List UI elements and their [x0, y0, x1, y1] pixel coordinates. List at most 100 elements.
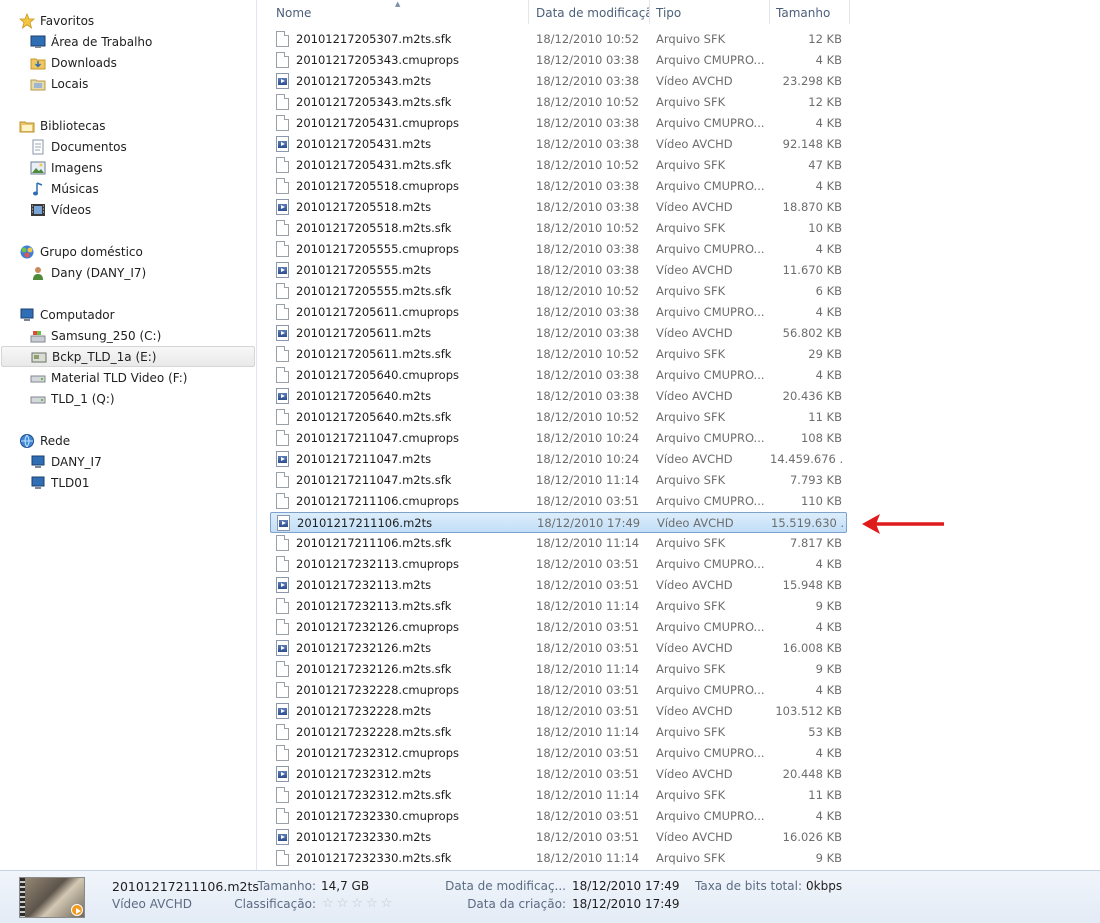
file-name: 20101217205343.m2ts — [296, 74, 432, 88]
file-size: 92.148 KB — [782, 137, 842, 151]
file-name: 20101217205518.cmuprops — [296, 179, 460, 193]
column-date-header[interactable]: Data de modificaçã... — [530, 0, 650, 24]
file-name: 20101217211047.m2ts — [296, 452, 432, 466]
file-type: Vídeo AVCHD — [656, 200, 733, 214]
file-row[interactable]: 20101217205343.cmuprops 18/12/2010 03:38 A… — [270, 50, 847, 71]
column-type-header[interactable]: Tipo — [650, 0, 770, 24]
file-row[interactable]: 20101217232113.cmuprops 18/12/2010 03:51 A… — [270, 554, 847, 575]
file-date: 18/12/2010 03:38 — [536, 116, 640, 130]
nav-favorites[interactable]: Favoritos — [18, 11, 94, 31]
nav-item-downloads[interactable]: Downloads — [29, 53, 117, 73]
nav-item-desktop[interactable]: Área de Trabalho — [29, 32, 152, 52]
nav-item-documents[interactable]: Documentos — [29, 137, 127, 157]
file-size: 20.448 KB — [782, 767, 842, 781]
video-file-icon — [276, 199, 290, 216]
file-date: 18/12/2010 03:51 — [536, 641, 640, 655]
file-row[interactable]: 20101217232330.m2ts 18/12/2010 03:51 Vídeo… — [270, 827, 847, 848]
file-date: 18/12/2010 03:38 — [536, 368, 640, 382]
file-row[interactable]: 20101217205307.m2ts.sfk 18/12/2010 10:52 A… — [270, 29, 847, 50]
file-row[interactable]: 20101217232228.m2ts 18/12/2010 03:51 Vídeo… — [270, 701, 847, 722]
rating-star-icon[interactable]: ☆ — [351, 897, 363, 910]
rating-stars[interactable]: ☆ ☆ ☆ ☆ ☆ — [322, 897, 392, 910]
nav-item-network-pc1[interactable]: DANY_I7 — [29, 452, 102, 472]
file-row[interactable]: 20101217205518.cmuprops 18/12/2010 03:38 A… — [270, 176, 847, 197]
file-icon — [276, 241, 290, 258]
nav-item-music[interactable]: Músicas — [29, 179, 99, 199]
file-row[interactable]: 20101217205518.m2ts 18/12/2010 03:38 Vídeo… — [270, 197, 847, 218]
file-type: Arquivo CMUPRO... — [656, 683, 765, 697]
file-date: 18/12/2010 03:38 — [536, 389, 640, 403]
file-row[interactable]: 20101217232113.m2ts 18/12/2010 03:51 Vídeo… — [270, 575, 847, 596]
file-row[interactable]: 20101217211106.m2ts.sfk 18/12/2010 11:14 A… — [270, 533, 847, 554]
nav-item-places[interactable]: Locais — [29, 74, 88, 94]
file-row[interactable]: 20101217211106.cmuprops 18/12/2010 03:51 A… — [270, 491, 847, 512]
file-row[interactable]: 20101217205611.m2ts 18/12/2010 03:38 Vídeo… — [270, 323, 847, 344]
file-row[interactable]: 20101217232330.m2ts.sfk 18/12/2010 11:14 A… — [270, 848, 847, 869]
file-row[interactable]: 20101217211047.cmuprops 18/12/2010 10:24 A… — [270, 428, 847, 449]
file-row[interactable]: 20101217205640.m2ts 18/12/2010 03:38 Vídeo… — [270, 386, 847, 407]
nav-item-label: Material TLD Video (F:) — [51, 371, 188, 385]
file-row[interactable]: 20101217232228.m2ts.sfk 18/12/2010 11:14 A… — [270, 722, 847, 743]
file-name: 20101217232113.m2ts.sfk — [296, 599, 452, 613]
rating-star-icon[interactable]: ☆ — [322, 897, 334, 910]
file-type: Arquivo SFK — [656, 347, 726, 361]
file-row-selected[interactable]: 20101217211106.m2ts 18/12/2010 17:49 Vídeo… — [270, 512, 847, 533]
file-row[interactable]: 20101217205611.m2ts.sfk 18/12/2010 10:52 A… — [270, 344, 847, 365]
nav-item-drive-f[interactable]: Material TLD Video (F:) — [29, 368, 187, 388]
file-size: 4 KB — [815, 683, 842, 697]
file-size: 14.459.676 ... — [770, 452, 842, 466]
nav-network[interactable]: Rede — [18, 431, 70, 451]
rating-star-icon[interactable]: ☆ — [337, 897, 349, 910]
details-bitrate-label: Taxa de bits total: — [695, 879, 802, 893]
rating-star-icon[interactable]: ☆ — [381, 897, 393, 910]
file-row[interactable]: 20101217205431.cmuprops 18/12/2010 03:38 A… — [270, 113, 847, 134]
nav-item-homegroup-user[interactable]: Dany (DANY_I7) — [29, 263, 146, 283]
file-row[interactable]: 20101217232126.cmuprops 18/12/2010 03:51 A… — [270, 617, 847, 638]
file-name: 20101217232228.cmuprops — [296, 683, 460, 697]
nav-libraries[interactable]: Bibliotecas — [18, 116, 105, 136]
nav-homegroup[interactable]: Grupo doméstico — [18, 242, 143, 262]
file-row[interactable]: 20101217232312.m2ts.sfk 18/12/2010 11:14 A… — [270, 785, 847, 806]
file-row[interactable]: 20101217205343.m2ts.sfk 18/12/2010 10:52 A… — [270, 92, 847, 113]
file-row[interactable]: 20101217232312.m2ts 18/12/2010 03:51 Vídeo… — [270, 764, 847, 785]
file-row[interactable]: 20101217232113.m2ts.sfk 18/12/2010 11:14 A… — [270, 596, 847, 617]
file-row[interactable]: 20101217211047.m2ts 18/12/2010 10:24 Vídeo… — [270, 449, 847, 470]
nav-item-drive-q[interactable]: TLD_1 (Q:) — [29, 389, 115, 409]
file-icon — [276, 535, 290, 552]
file-row[interactable]: 20101217232126.m2ts 18/12/2010 03:51 Vídeo… — [270, 638, 847, 659]
nav-computer[interactable]: Computador — [18, 305, 115, 325]
rating-star-icon[interactable]: ☆ — [366, 897, 378, 910]
file-size: 11 KB — [808, 410, 842, 424]
file-size: 12 KB — [808, 95, 842, 109]
nav-item-label: Vídeos — [51, 203, 92, 217]
nav-item-videos[interactable]: Vídeos — [29, 200, 91, 220]
file-type: Arquivo CMUPRO... — [656, 746, 765, 760]
play-icon — [71, 904, 83, 916]
file-type: Arquivo CMUPRO... — [656, 179, 765, 193]
nav-item-pictures[interactable]: Imagens — [29, 158, 102, 178]
drive-icon — [29, 391, 47, 407]
file-row[interactable]: 20101217211047.m2ts.sfk 18/12/2010 11:14 A… — [270, 470, 847, 491]
column-size-header[interactable]: Tamanho — [770, 0, 850, 24]
file-row[interactable]: 20101217205640.cmuprops 18/12/2010 03:38 A… — [270, 365, 847, 386]
file-row[interactable]: 20101217232126.m2ts.sfk 18/12/2010 11:14 A… — [270, 659, 847, 680]
downloads-folder-icon — [29, 55, 47, 71]
nav-item-network-pc2[interactable]: TLD01 — [29, 473, 90, 493]
file-row[interactable]: 20101217205555.m2ts.sfk 18/12/2010 10:52 A… — [270, 281, 847, 302]
nav-item-drive-e[interactable]: Bckp_TLD_1a (E:) — [1, 346, 255, 367]
file-row[interactable]: 20101217205640.m2ts.sfk 18/12/2010 10:52 A… — [270, 407, 847, 428]
file-date: 18/12/2010 03:51 — [536, 809, 640, 823]
file-size: 15.519.630 ... — [771, 516, 843, 530]
nav-item-drive-c[interactable]: Samsung_250 (C:) — [29, 326, 161, 346]
file-row[interactable]: 20101217205518.m2ts.sfk 18/12/2010 10:52 A… — [270, 218, 847, 239]
file-row[interactable]: 20101217205555.cmuprops 18/12/2010 03:38 A… — [270, 239, 847, 260]
file-name: 20101217232312.m2ts.sfk — [296, 788, 452, 802]
file-row[interactable]: 20101217232228.cmuprops 18/12/2010 03:51 A… — [270, 680, 847, 701]
file-row[interactable]: 20101217232330.cmuprops 18/12/2010 03:51 A… — [270, 806, 847, 827]
file-row[interactable]: 20101217205611.cmuprops 18/12/2010 03:38 A… — [270, 302, 847, 323]
file-row[interactable]: 20101217232312.cmuprops 18/12/2010 03:51 A… — [270, 743, 847, 764]
file-row[interactable]: 20101217205343.m2ts 18/12/2010 03:38 Vídeo… — [270, 71, 847, 92]
file-row[interactable]: 20101217205555.m2ts 18/12/2010 03:38 Vídeo… — [270, 260, 847, 281]
file-row[interactable]: 20101217205431.m2ts 18/12/2010 03:38 Vídeo… — [270, 134, 847, 155]
file-row[interactable]: 20101217205431.m2ts.sfk 18/12/2010 10:52 A… — [270, 155, 847, 176]
